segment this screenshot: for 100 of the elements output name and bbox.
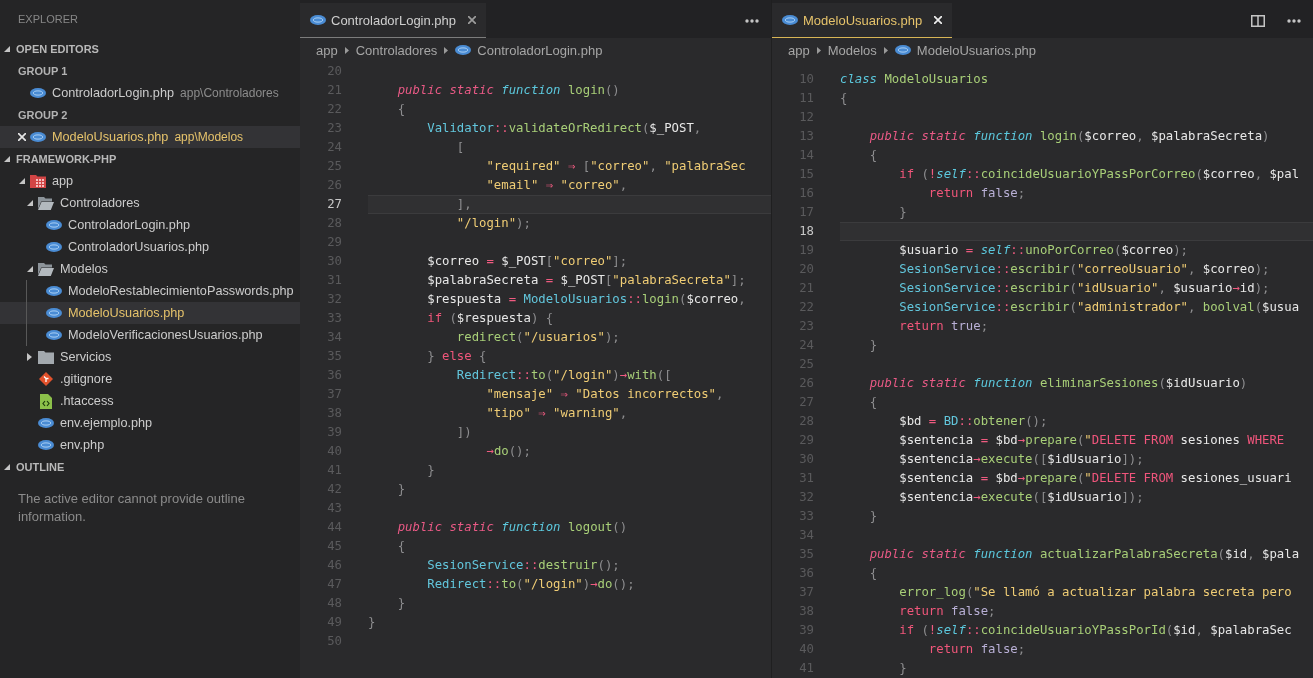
code-line: "tipo" ⇒ "warning", <box>486 405 628 422</box>
code-line: $sentencia→execute([$idUsuario]); <box>899 489 1144 506</box>
code-line: { <box>840 90 848 107</box>
section-header[interactable]: OUTLINE <box>4 461 65 473</box>
code-line: [ <box>456 139 465 156</box>
tree-item[interactable]: Controladores <box>22 196 140 210</box>
code-line: } <box>397 595 406 612</box>
line-number: 27 <box>327 196 342 213</box>
file-type-icon <box>30 88 46 98</box>
more-icon[interactable] <box>1287 18 1301 23</box>
breadcrumb-item[interactable]: app <box>788 42 810 58</box>
tree-item[interactable]: app <box>14 174 74 188</box>
code-line: Validator::validateOrRedirect($_POST, <box>427 120 702 137</box>
code-line: Redirect::to("/login")→with([ <box>456 367 672 384</box>
code-line: $respuesta = ModeloUsuarios::login($correo, <box>427 291 746 308</box>
code-line: SesionService::destruir(); <box>427 557 620 574</box>
split-editor-icon[interactable] <box>1251 14 1265 27</box>
folder-icon <box>30 174 46 188</box>
code-line: if (!self::coincideUsuarioYPassPorId($id, $palabraSec <box>899 622 1292 639</box>
code-line: $sentencia = $bd→prepare("DELETE FROM sesiones_usuari <box>899 470 1292 487</box>
code-line: SesionService::escribir("correoUsuario", $correo); <box>899 261 1270 278</box>
code-line: "/login"); <box>456 215 531 232</box>
outline-message: The active editor cannot provide outline information. <box>18 490 246 526</box>
code-line: } <box>427 462 435 479</box>
tree-item[interactable]: ModeloRestablecimientoPasswords.php <box>46 284 294 298</box>
editor-tab[interactable]: ControladorLogin.php <box>300 3 487 38</box>
file-type-icon <box>38 418 54 428</box>
tree-item[interactable]: Modelos <box>22 262 108 276</box>
code-line: ], <box>456 196 472 213</box>
code-line: →do(); <box>486 443 531 460</box>
code-line: if (!self::coincideUsuarioYPassPorCorreo($correo, $pal <box>899 166 1300 183</box>
section-header[interactable]: FRAMEWORK-PHP <box>4 153 117 165</box>
chevron-icon <box>344 46 349 54</box>
editor-tab[interactable]: ModeloUsuarios.php <box>772 3 953 38</box>
code-line: error_log("Se llamó a actualizar palabra secreta pero <box>899 584 1292 601</box>
folder-icon <box>38 262 54 276</box>
tree-item[interactable]: .gitignore <box>38 372 113 386</box>
group-title: GROUP 2 <box>18 109 68 121</box>
group-title: GROUP 1 <box>18 65 68 77</box>
code-line: "required" ⇒ ["correo", "palabraSec <box>486 158 746 175</box>
code-line: SesionService::escribir("administrador", boolval($usua <box>899 299 1300 316</box>
section-header[interactable]: OPEN EDITORS <box>4 43 99 55</box>
file-type-icon <box>46 286 62 296</box>
code-line: $sentencia = $bd→prepare("DELETE FROM sesiones WHERE <box>899 432 1285 449</box>
code-file-icon <box>40 393 52 409</box>
file-type-icon <box>782 15 798 25</box>
diamond-file-icon <box>39 372 53 386</box>
code-line: } <box>869 337 878 354</box>
more-icon[interactable] <box>745 18 759 23</box>
folder-icon <box>38 196 54 210</box>
breadcrumb-item[interactable]: ControladorLogin.php <box>455 42 603 58</box>
file-type-icon <box>38 440 54 450</box>
code-line: redirect("/usuarios"); <box>456 329 620 346</box>
sidebar-title: EXPLORER <box>18 13 78 25</box>
code-line: $sentencia→execute([$idUsuario]); <box>899 451 1144 468</box>
code-line: return false; <box>928 641 1026 658</box>
code-line: public static function login($correo, $palabraSecreta) <box>869 128 1270 145</box>
breadcrumb-item[interactable]: ModeloUsuarios.php <box>894 42 1037 58</box>
code-line: $usuario = self::unoPorCorreo($correo); <box>899 242 1188 259</box>
chevron-icon <box>816 46 821 54</box>
file-type-icon <box>894 45 911 55</box>
breadcrumb-item[interactable]: Modelos <box>827 42 877 58</box>
close-icon[interactable] <box>468 16 477 24</box>
code-line: class ModeloUsuarios <box>840 71 989 88</box>
code-line: public static function logout() <box>397 519 628 536</box>
tree-item[interactable]: ControladorUsuarios.php <box>46 240 210 254</box>
code-line: { <box>397 101 406 118</box>
code-line: public static function login() <box>397 82 620 99</box>
breadcrumb-item[interactable]: Controladores <box>355 42 438 58</box>
tree-item[interactable]: ModeloUsuarios.php <box>46 306 185 320</box>
code-line: $correo = $_POST["correo"]; <box>427 253 628 270</box>
code-line: "mensaje" ⇒ "Datos incorrectos", <box>486 386 724 403</box>
tree-item[interactable]: ModeloVerificacionesUsuarios.php <box>46 328 263 342</box>
open-editor-item[interactable]: ModeloUsuarios.php app\Modelos <box>30 130 244 144</box>
file-path: app\Modelos <box>174 130 244 144</box>
code-line: if ($respuesta) { <box>427 310 554 327</box>
tree-item[interactable]: env.php <box>38 438 105 452</box>
file-type-icon <box>30 132 46 142</box>
tree-item[interactable]: env.ejemplo.php <box>38 416 153 430</box>
code-line: } <box>368 614 376 631</box>
code-line: { <box>869 565 878 582</box>
code-line: return true; <box>899 318 989 335</box>
code-line: } <box>397 481 406 498</box>
chevron-icon <box>444 46 449 54</box>
code-line: } else { <box>427 348 487 365</box>
line-number: 18 <box>799 223 814 240</box>
open-editor-item[interactable]: ControladorLogin.php app\Controladores <box>30 86 279 100</box>
tree-item[interactable]: Servicios <box>22 350 112 364</box>
code-line: public static function actualizarPalabraSecreta($id, $pala <box>869 546 1300 563</box>
breadcrumb-item[interactable]: app <box>316 42 338 58</box>
file-type-icon <box>46 242 62 252</box>
file-type-icon <box>46 330 62 340</box>
code-line: } <box>899 660 907 677</box>
tree-item[interactable]: .htaccess <box>38 393 114 409</box>
file-type-icon <box>46 308 62 318</box>
folder-icon <box>38 350 54 364</box>
code-line: public static function eliminarSesiones($idUsuario) <box>869 375 1248 392</box>
tree-item[interactable]: ControladorLogin.php <box>46 218 191 232</box>
code-line: ]) <box>456 424 472 441</box>
file-type-icon <box>46 220 62 230</box>
